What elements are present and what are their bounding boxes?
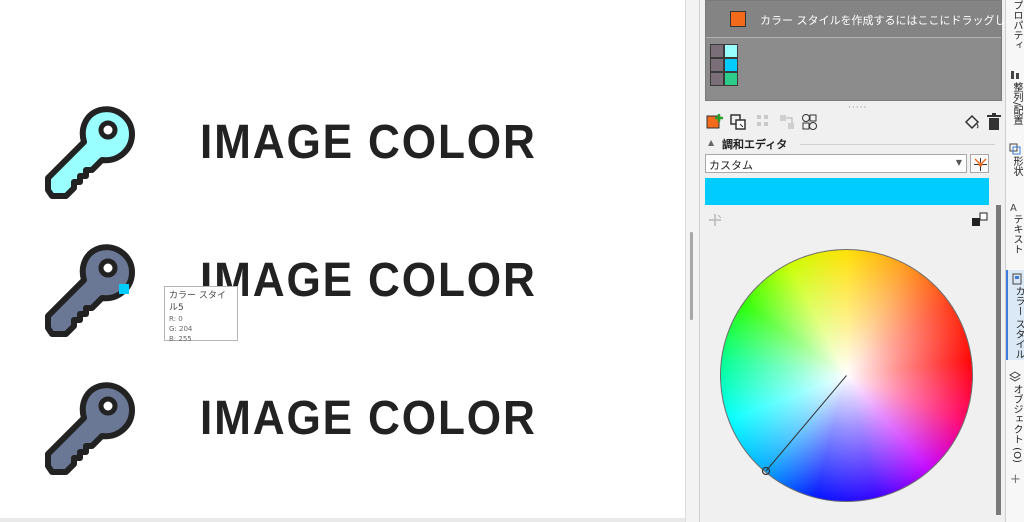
color-style-item[interactable] — [710, 72, 738, 86]
key-icon[interactable] — [40, 100, 140, 200]
image-color-text[interactable]: IMAGE COLOR — [200, 253, 537, 308]
color-style-list[interactable]: カラー スタイルを作成するにはここにドラッグします — [705, 0, 1024, 101]
harmony-editor-header[interactable]: ▲ 調和エディタ — [700, 134, 1005, 154]
style-swatch — [724, 72, 738, 86]
docker-scrollbar[interactable] — [996, 205, 1001, 515]
tooltip-title: カラー スタイル5 — [169, 291, 226, 313]
image-color-text[interactable]: IMAGE COLOR — [200, 115, 537, 170]
tab-align[interactable]: 整列/配置 — [1006, 66, 1024, 132]
vertical-scrollbar-thumb[interactable] — [690, 232, 693, 320]
harmony-link-line — [765, 375, 847, 472]
tab-label: テキスト — [1011, 214, 1022, 254]
app-window: IMAGE COLOR IMAGE COLOR IMAGE COLOR カラー … — [0, 0, 1024, 522]
tab-properties[interactable]: プロパティ — [1006, 0, 1024, 50]
docker-toolbar — [700, 108, 1005, 136]
harmony-rule-select[interactable]: カスタム ▼ — [705, 154, 967, 173]
tab-label: プロパティ — [1011, 0, 1022, 50]
color-styles-docker: カラー スタイルを作成するにはここにドラッグします ····· ▲ 調和エディタ… — [699, 0, 1024, 522]
text-icon: A — [1009, 198, 1021, 214]
tab-label: 形状 — [1011, 156, 1022, 176]
tab-label: 整列/配置 — [1011, 82, 1022, 126]
new-harmony-button[interactable] — [728, 112, 748, 132]
harmony-select-value: カスタム — [709, 159, 753, 172]
style-thumbnail — [710, 44, 724, 58]
tab-label: オブジェクト (O) — [1011, 384, 1022, 463]
drag-drop-zone[interactable]: カラー スタイルを作成するにはここにドラッグします — [706, 1, 1024, 38]
tooltip-g: G: 204 — [169, 325, 193, 333]
tab-label: カラー スタイル — [1013, 286, 1024, 360]
header-divider — [800, 144, 995, 145]
harmony-color-bar[interactable] — [705, 178, 989, 205]
key-icon[interactable] — [40, 376, 140, 476]
color-wheel-overlay — [761, 375, 847, 476]
chevron-down-icon[interactable]: ▼ — [956, 158, 962, 167]
tab-text[interactable]: A テキスト — [1006, 198, 1024, 260]
shape-icon — [1009, 140, 1021, 155]
objects-icon — [1009, 368, 1021, 382]
docker-tab-strip: プロパティ 整列/配置 形状 A テキスト カラー スタイル オブジェクト (O… — [1005, 0, 1024, 522]
style-thumbnail — [710, 58, 724, 72]
drawing-canvas[interactable]: IMAGE COLOR IMAGE COLOR IMAGE COLOR カラー … — [0, 0, 685, 522]
tooltip-b: B: 255 — [169, 335, 192, 343]
svg-text:A: A — [1010, 203, 1017, 213]
trash-icon[interactable] — [984, 112, 1004, 132]
align-icon — [1009, 66, 1021, 79]
style-import-icon[interactable] — [800, 112, 820, 132]
color-wheel[interactable] — [720, 249, 973, 502]
color-styles-icon — [1011, 270, 1023, 285]
style-swatch — [724, 44, 738, 58]
swap-colors-icon[interactable] — [971, 212, 989, 228]
add-tab-button[interactable]: + — [1010, 472, 1021, 487]
style-thumbnail — [710, 72, 724, 86]
canvas-bottom-edge — [0, 518, 685, 522]
convert-icon[interactable] — [777, 112, 797, 132]
color-style-tooltip: カラー スタイル5 R: 0 G: 204 B: 255 — [164, 286, 238, 343]
harmony-rule-button[interactable] — [970, 154, 989, 173]
harmony-editor-title: 調和エディタ — [722, 138, 788, 151]
tooltip-r: R: 0 — [169, 315, 183, 323]
style-swatch — [724, 58, 738, 72]
image-color-text[interactable]: IMAGE COLOR — [200, 391, 537, 446]
new-color-style-button[interactable] — [705, 112, 725, 132]
harmony-pick-icon[interactable] — [707, 212, 723, 228]
drag-hint-text: カラー スタイルを作成するにはここにドラッグします — [760, 14, 1024, 27]
color-style-item[interactable] — [710, 44, 738, 58]
collapse-caret-icon[interactable]: ▲ — [708, 138, 714, 147]
key-shape — [45, 106, 135, 199]
tab-color-styles[interactable]: カラー スタイル — [1006, 270, 1024, 360]
color-drop-marker — [119, 284, 129, 294]
drag-swatch — [730, 11, 746, 27]
tab-shape[interactable]: 形状 — [1006, 140, 1024, 190]
tab-objects[interactable]: オブジェクト (O) — [1006, 368, 1024, 463]
color-style-item[interactable] — [710, 58, 738, 72]
transform-icon[interactable] — [754, 112, 774, 132]
fill-bucket-icon[interactable] — [962, 112, 982, 132]
